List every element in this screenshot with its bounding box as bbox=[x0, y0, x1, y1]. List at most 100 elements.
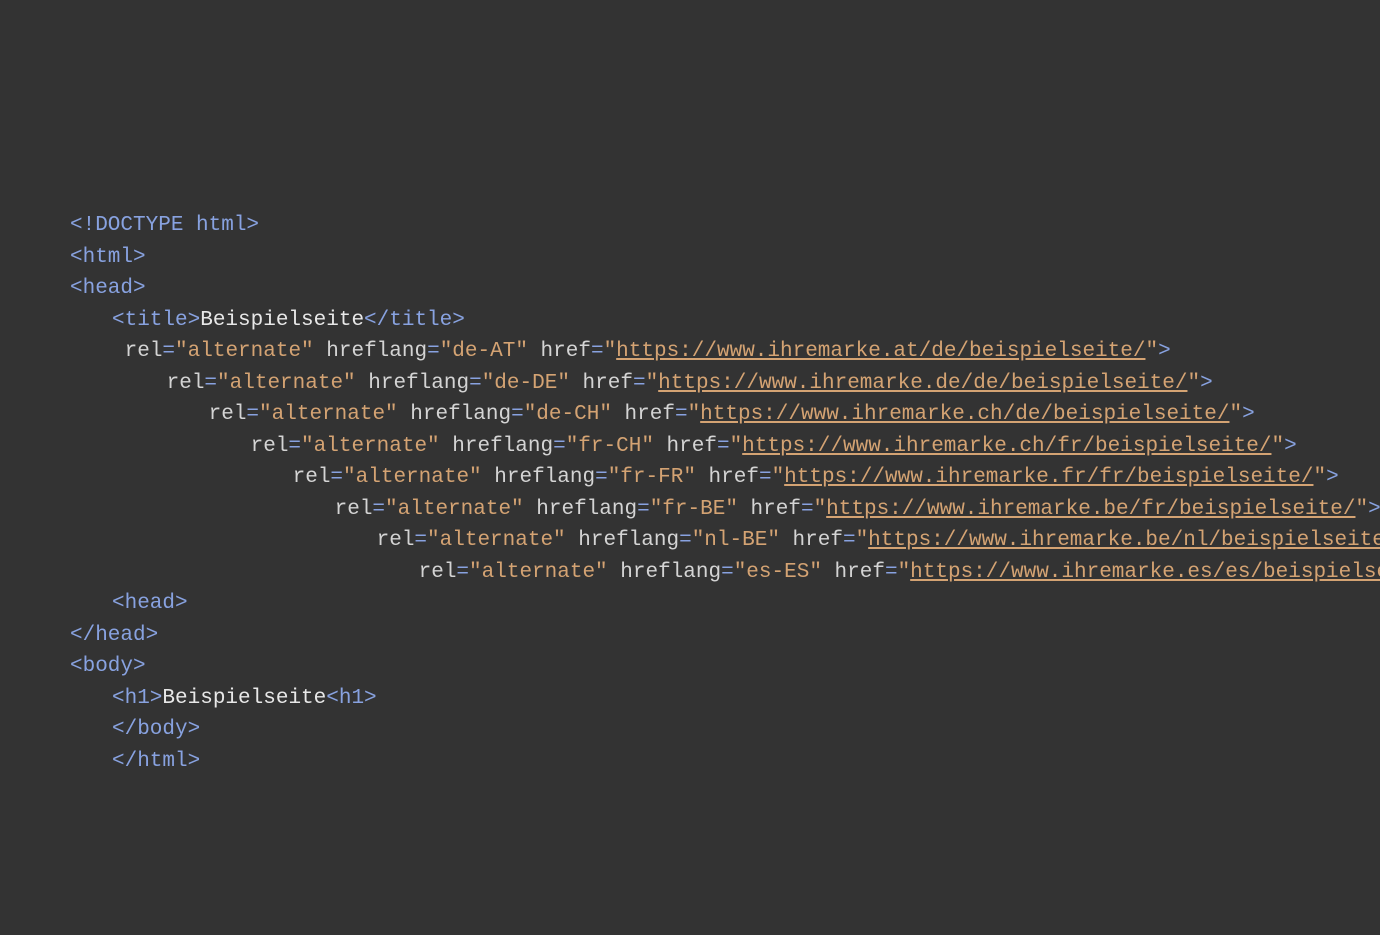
href-attr: href bbox=[793, 529, 843, 552]
rel-attr: rel bbox=[293, 466, 331, 489]
tag-close: > bbox=[1242, 403, 1255, 426]
hreflang-value: "nl-BE" bbox=[692, 529, 780, 552]
tag-close: > bbox=[1284, 435, 1297, 458]
rel-attr: rel bbox=[335, 498, 373, 521]
link-line: rel="alternate" hreflang="fr-FR" href="h… bbox=[238, 462, 1310, 588]
href-url: https://www.ihremarke.be/nl/beispielseit… bbox=[868, 529, 1380, 552]
link-tag: rel="alternate" hreflang="es-ES" href="h… bbox=[406, 561, 1380, 584]
href-url: https://www.ihremarke.ch/fr/beispielseit… bbox=[742, 435, 1271, 458]
tag-close: > bbox=[1158, 340, 1171, 363]
rel-attr: rel bbox=[209, 403, 247, 426]
hreflang-attr: hreflang bbox=[494, 466, 595, 489]
body-close-tag: </body> bbox=[112, 718, 200, 741]
title-text: Beispielseite bbox=[200, 309, 364, 332]
link-line: rel="alternate" hreflang="de-CH" href="h… bbox=[154, 399, 1310, 588]
hreflang-value: "de-AT" bbox=[440, 340, 528, 363]
body-open-tag: <body> bbox=[70, 655, 146, 678]
body-close-line: </body> bbox=[70, 714, 1310, 746]
rel-value: "alternate" bbox=[469, 561, 608, 584]
href-attr: href bbox=[541, 340, 591, 363]
hreflang-value: "fr-FR" bbox=[608, 466, 696, 489]
link-line: rel="alternate" hreflang="de-DE" href="h… bbox=[112, 368, 1310, 589]
link-line: rel="alternate" hreflang="fr-BE" href="h… bbox=[280, 494, 1310, 589]
doctype-line: <!DOCTYPE html> bbox=[70, 210, 1310, 242]
rel-value: "alternate" bbox=[217, 372, 356, 395]
rel-value: "alternate" bbox=[343, 466, 482, 489]
html-open-line: <html> bbox=[70, 242, 1310, 274]
h1-open-tag: <h1> bbox=[112, 687, 162, 710]
href-url: https://www.ihremarke.es/es/beispielseit… bbox=[910, 561, 1380, 584]
rel-attr: rel bbox=[167, 372, 205, 395]
h1-close-tag: <h1> bbox=[326, 687, 376, 710]
href-url: https://www.ihremarke.fr/fr/beispielseit… bbox=[784, 466, 1313, 489]
href-url: https://www.ihremarke.ch/de/beispielseit… bbox=[700, 403, 1229, 426]
tag-close: > bbox=[1200, 372, 1213, 395]
link-tag: rel="alternate" hreflang="de-AT" href="h… bbox=[112, 340, 1171, 363]
href-attr: href bbox=[583, 372, 633, 395]
rel-value: "alternate" bbox=[301, 435, 440, 458]
tag-close: > bbox=[1368, 498, 1380, 521]
href-url: https://www.ihremarke.at/de/beispielseit… bbox=[616, 340, 1145, 363]
quote-open: " bbox=[604, 340, 617, 363]
hreflang-value: "de-DE" bbox=[482, 372, 570, 395]
rel-attr: rel bbox=[377, 529, 415, 552]
quote-open: " bbox=[814, 498, 827, 521]
rel-attr: rel bbox=[251, 435, 289, 458]
hreflang-value: "fr-CH" bbox=[566, 435, 654, 458]
tag-close: > bbox=[1326, 466, 1339, 489]
link-line: rel="alternate" hreflang="nl-BE" href="h… bbox=[322, 525, 1310, 588]
rel-value: "alternate" bbox=[175, 340, 314, 363]
href-attr: href bbox=[625, 403, 675, 426]
quote-open: " bbox=[646, 372, 659, 395]
link-tag: rel="alternate" hreflang="fr-FR" href="h… bbox=[280, 466, 1339, 489]
href-attr: href bbox=[709, 466, 759, 489]
hreflang-value: "es-ES" bbox=[734, 561, 822, 584]
hreflang-attr: hreflang bbox=[410, 403, 511, 426]
hreflang-attr: hreflang bbox=[368, 372, 469, 395]
body-open-line: <body> bbox=[70, 651, 1310, 683]
head-close-tag: </head> bbox=[70, 624, 158, 647]
head-inner-tag: <head> bbox=[112, 592, 188, 615]
quote-close: " bbox=[1229, 403, 1242, 426]
quote-close: " bbox=[1271, 435, 1284, 458]
title-line: <title>Beispielseite</title> bbox=[70, 305, 1310, 337]
h1-text: Beispielseite bbox=[162, 687, 326, 710]
link-tag: rel="alternate" hreflang="fr-BE" href="h… bbox=[322, 498, 1380, 521]
quote-open: " bbox=[772, 466, 785, 489]
head-inner-line: <head> bbox=[70, 588, 1310, 620]
link-tag: rel="alternate" hreflang="fr-CH" href="h… bbox=[238, 435, 1297, 458]
href-url: https://www.ihremarke.de/de/beispielseit… bbox=[658, 372, 1187, 395]
quote-close: " bbox=[1355, 498, 1368, 521]
rel-value: "alternate" bbox=[385, 498, 524, 521]
link-tag: rel="alternate" hreflang="nl-BE" href="h… bbox=[364, 529, 1380, 552]
hreflang-attr: hreflang bbox=[620, 561, 721, 584]
quote-open: " bbox=[730, 435, 743, 458]
link-line: rel="alternate" hreflang="fr-CH" href="h… bbox=[196, 431, 1310, 589]
hreflang-attr: hreflang bbox=[452, 435, 553, 458]
title-open-tag: <title> bbox=[112, 309, 200, 332]
quote-open: " bbox=[898, 561, 911, 584]
head-open-line: <head> bbox=[70, 273, 1310, 305]
link-tag: rel="alternate" hreflang="de-CH" href="h… bbox=[196, 403, 1255, 426]
hreflang-attr: hreflang bbox=[536, 498, 637, 521]
rel-attr: rel bbox=[419, 561, 457, 584]
head-open-tag: <head> bbox=[70, 277, 146, 300]
hreflang-value: "de-CH" bbox=[524, 403, 612, 426]
title-close-tag: </title> bbox=[364, 309, 465, 332]
href-attr: href bbox=[835, 561, 885, 584]
doctype-tag: <!DOCTYPE html> bbox=[70, 214, 259, 237]
link-line: rel="alternate" hreflang="de-AT" href="h… bbox=[70, 336, 1310, 588]
quote-close: " bbox=[1187, 372, 1200, 395]
quote-open: " bbox=[688, 403, 701, 426]
rel-attr: rel bbox=[125, 340, 163, 363]
html-open-tag: <html> bbox=[70, 246, 146, 269]
html-close-tag: </html> bbox=[112, 750, 200, 773]
link-line: rel="alternate" hreflang="es-ES" href="h… bbox=[364, 557, 1310, 589]
quote-open: " bbox=[856, 529, 869, 552]
hreflang-attr: hreflang bbox=[578, 529, 679, 552]
quote-close: " bbox=[1313, 466, 1326, 489]
head-close-line: </head> bbox=[70, 620, 1310, 652]
rel-value: "alternate" bbox=[427, 529, 566, 552]
code-block: <!DOCTYPE html><html><head><title>Beispi… bbox=[70, 210, 1310, 777]
href-url: https://www.ihremarke.be/fr/beispielseit… bbox=[826, 498, 1355, 521]
